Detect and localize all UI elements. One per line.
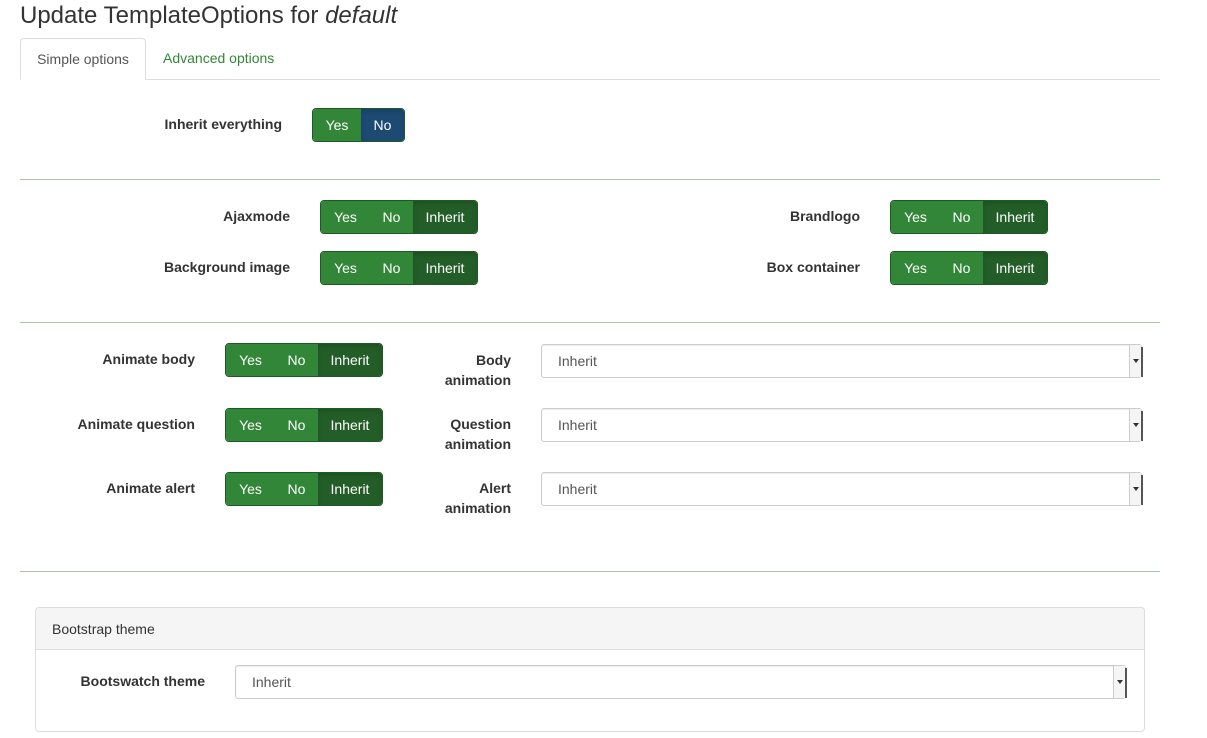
inherit-everything-label: Inherit everything: [164, 116, 282, 132]
background-image-inherit-button[interactable]: Inherit: [413, 252, 477, 284]
alert-animation-select-value: Inherit: [558, 481, 597, 497]
body-animation-label-line2: animation: [444, 372, 511, 388]
body-animation-label: Body animation: [400, 350, 511, 390]
ajaxmode-yes-button[interactable]: Yes: [321, 201, 370, 233]
background-image-no-button[interactable]: No: [370, 252, 413, 284]
animate-body-inherit-button[interactable]: Inherit: [318, 344, 382, 376]
box-container-toggle: Yes No Inherit: [890, 251, 1048, 285]
alert-animation-label: Alert animation: [400, 478, 511, 518]
question-animation-label-line2: animation: [444, 436, 511, 452]
ajaxmode-toggle: Yes No Inherit: [320, 200, 478, 234]
animate-alert-toggle: Yes No Inherit: [225, 472, 383, 506]
brandlogo-inherit-button[interactable]: Inherit: [983, 201, 1047, 233]
section-divider: [20, 322, 1160, 323]
inherit-everything-no-button[interactable]: No: [361, 109, 404, 141]
animate-question-inherit-button[interactable]: Inherit: [318, 409, 382, 441]
background-image-yes-button[interactable]: Yes: [321, 252, 370, 284]
select-edge: [1141, 475, 1143, 505]
section-divider: [20, 179, 1160, 180]
animate-body-label: Animate body: [102, 351, 195, 367]
animate-question-label: Animate question: [77, 416, 195, 432]
background-image-toggle: Yes No Inherit: [320, 251, 478, 285]
chevron-down-icon: [1129, 473, 1141, 505]
animate-question-no-button[interactable]: No: [275, 409, 318, 441]
box-container-yes-button[interactable]: Yes: [891, 252, 940, 284]
chevron-down-icon: [1113, 666, 1125, 698]
section-divider: [20, 571, 1160, 572]
brandlogo-toggle: Yes No Inherit: [890, 200, 1048, 234]
page-title-prefix: Update TemplateOptions for: [20, 2, 319, 29]
chevron-down-icon: [1129, 409, 1141, 441]
page-title: Update TemplateOptions for default: [20, 2, 397, 30]
box-container-no-button[interactable]: No: [940, 252, 983, 284]
bootswatch-theme-select-value: Inherit: [252, 674, 291, 690]
animate-body-toggle: Yes No Inherit: [225, 343, 383, 377]
bootswatch-theme-select[interactable]: Inherit: [235, 665, 1127, 699]
animate-alert-inherit-button[interactable]: Inherit: [318, 473, 382, 505]
inherit-everything-yes-button[interactable]: Yes: [313, 109, 361, 141]
animate-alert-yes-button[interactable]: Yes: [226, 473, 275, 505]
body-animation-label-line1: Body: [476, 352, 511, 368]
question-animation-select-value: Inherit: [558, 417, 597, 433]
brandlogo-yes-button[interactable]: Yes: [891, 201, 940, 233]
tab-advanced-options[interactable]: Advanced options: [148, 38, 289, 80]
alert-animation-label-line1: Alert: [479, 480, 511, 496]
question-animation-label-line1: Question: [450, 416, 511, 432]
ajaxmode-no-button[interactable]: No: [370, 201, 413, 233]
body-animation-select-value: Inherit: [558, 353, 597, 369]
animate-question-yes-button[interactable]: Yes: [226, 409, 275, 441]
ajaxmode-label: Ajaxmode: [223, 208, 290, 224]
alert-animation-label-line2: animation: [444, 500, 511, 516]
tab-simple-options[interactable]: Simple options: [20, 38, 146, 80]
animate-body-yes-button[interactable]: Yes: [226, 344, 275, 376]
body-animation-select[interactable]: Inherit: [541, 344, 1143, 378]
animate-body-no-button[interactable]: No: [275, 344, 318, 376]
animate-question-toggle: Yes No Inherit: [225, 408, 383, 442]
background-image-label: Background image: [163, 259, 290, 275]
page-title-template: default: [325, 2, 398, 29]
box-container-inherit-button[interactable]: Inherit: [983, 252, 1047, 284]
question-animation-select[interactable]: Inherit: [541, 408, 1143, 442]
box-container-label: Box container: [766, 259, 860, 275]
bootstrap-theme-panel-heading: Bootstrap theme: [36, 608, 1144, 650]
animate-alert-no-button[interactable]: No: [275, 473, 318, 505]
bootswatch-theme-label: Bootswatch theme: [80, 673, 205, 689]
animate-alert-label: Animate alert: [106, 480, 195, 496]
select-edge: [1141, 347, 1143, 377]
brandlogo-label: Brandlogo: [790, 208, 860, 224]
select-edge: [1125, 668, 1127, 698]
chevron-down-icon: [1129, 345, 1141, 377]
ajaxmode-inherit-button[interactable]: Inherit: [413, 201, 477, 233]
alert-animation-select[interactable]: Inherit: [541, 472, 1143, 506]
select-edge: [1141, 411, 1143, 441]
question-animation-label: Question animation: [400, 414, 511, 454]
brandlogo-no-button[interactable]: No: [940, 201, 983, 233]
inherit-everything-toggle: Yes No: [312, 108, 405, 142]
